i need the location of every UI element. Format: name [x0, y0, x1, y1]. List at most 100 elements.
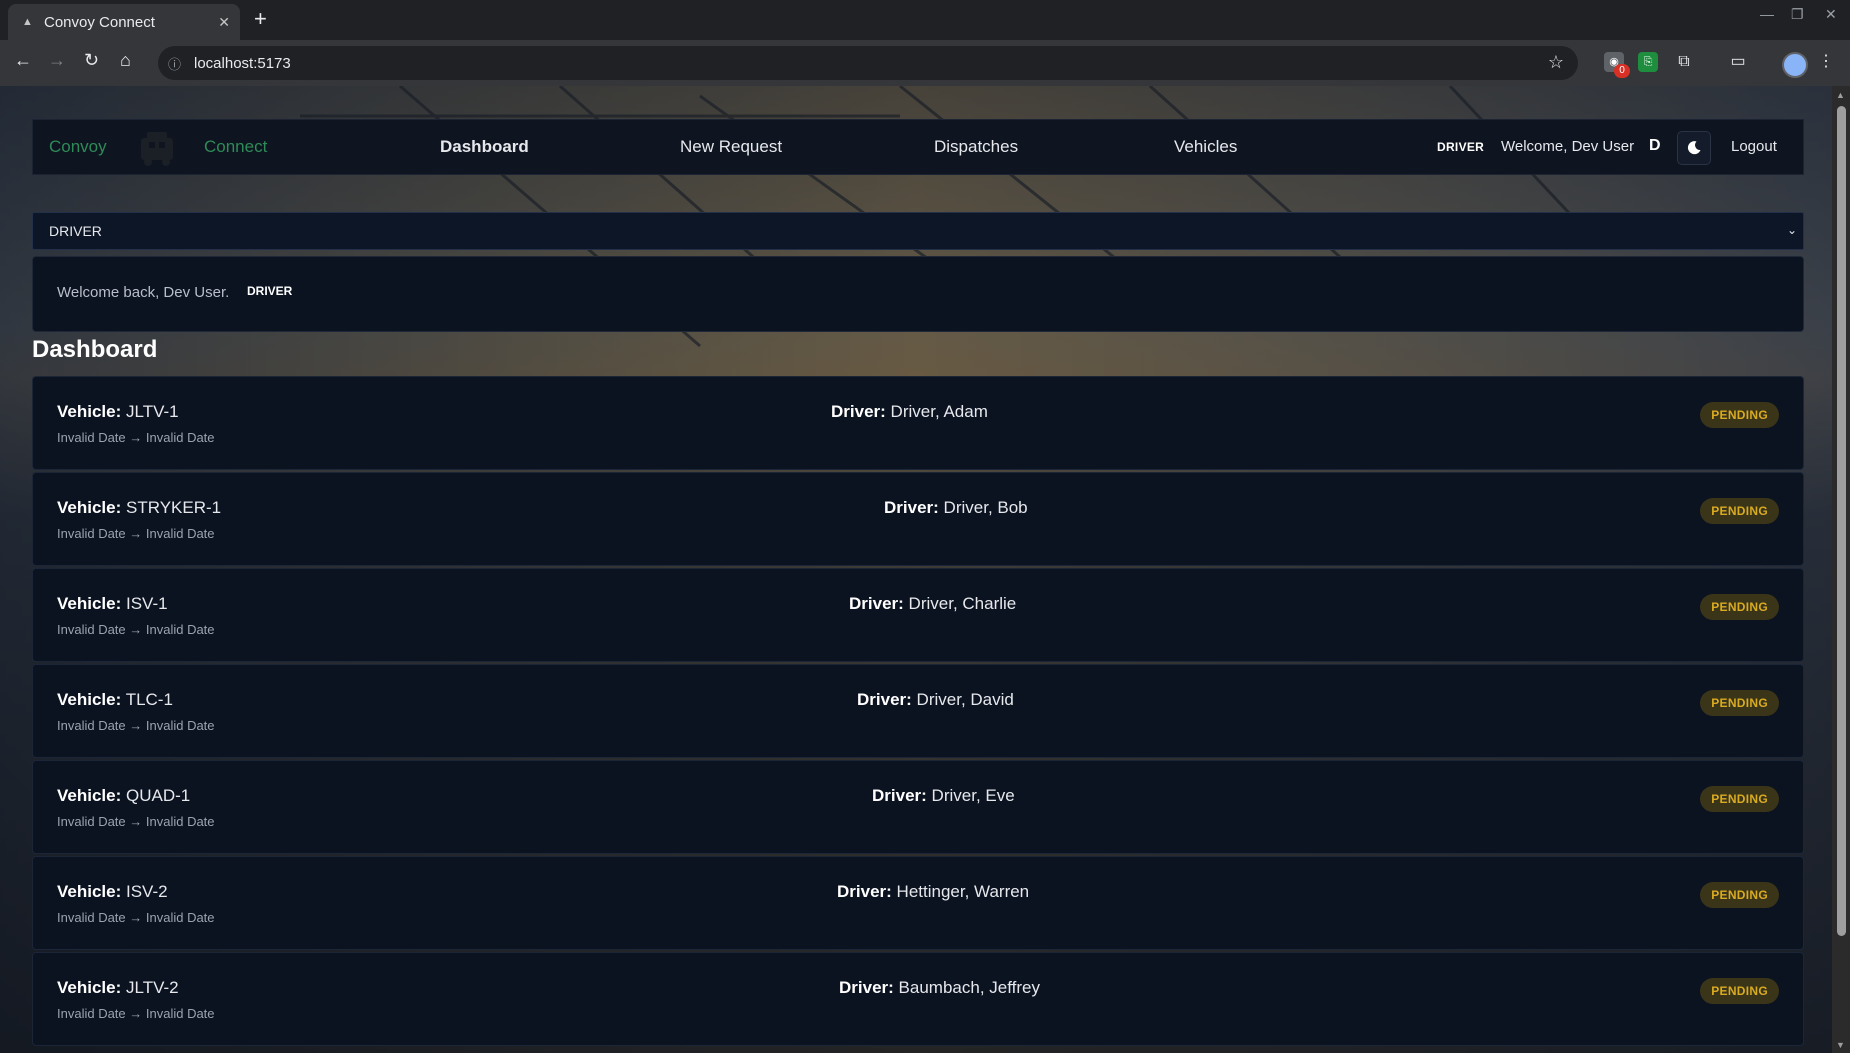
vehicle-field: Vehicle: TLC-1 [57, 690, 173, 710]
date-range: Invalid Date → Invalid Date [57, 718, 215, 733]
minimize-icon[interactable]: — [1760, 6, 1774, 22]
scroll-down-icon[interactable]: ▼ [1836, 1040, 1845, 1050]
date-range: Invalid Date → Invalid Date [57, 430, 215, 445]
driver-label: Driver: [857, 690, 912, 709]
vehicle-value: JLTV-1 [126, 402, 179, 421]
vehicle-field: Vehicle: STRYKER-1 [57, 498, 221, 518]
vehicle-label: Vehicle: [57, 978, 122, 997]
date-range: Invalid Date → Invalid Date [57, 1006, 215, 1021]
vehicle-value: STRYKER-1 [126, 498, 222, 517]
driver-value: Driver, Charlie [908, 594, 1017, 613]
vehicle-value: JLTV-2 [126, 978, 179, 997]
dispatch-list: Vehicle: JLTV-1 Invalid Date → Invalid D… [32, 376, 1804, 1048]
driver-value: Hettinger, Warren [896, 882, 1030, 901]
status-badge: PENDING [1700, 978, 1779, 1004]
nav-new-request[interactable]: New Request [680, 137, 782, 157]
page-viewport: Convoy Connect Dashboard New Request Dis… [0, 86, 1832, 1053]
vehicle-value: ISV-1 [126, 594, 168, 613]
logout-button[interactable]: Logout [1731, 138, 1777, 155]
role-select-value: DRIVER [49, 223, 102, 239]
truck-logo-icon [141, 132, 173, 166]
browser-tab[interactable]: ▲ Convoy Connect ✕ [8, 4, 240, 40]
extensions-puzzle-icon[interactable]: ⧉ [1674, 52, 1694, 72]
app-navbar: Convoy Connect Dashboard New Request Dis… [32, 119, 1804, 175]
driver-value: Driver, Bob [943, 498, 1028, 517]
vehicle-value: QUAD-1 [126, 786, 191, 805]
status-badge: PENDING [1700, 690, 1779, 716]
scrollbar-thumb[interactable] [1837, 106, 1846, 936]
driver-field: Driver: Driver, Adam [831, 402, 988, 422]
nav-dispatches[interactable]: Dispatches [934, 137, 1018, 157]
site-info-icon[interactable]: ⓘ [168, 54, 184, 73]
dispatch-row[interactable]: Vehicle: TLC-1 Invalid Date → Invalid Da… [32, 664, 1804, 758]
status-badge: PENDING [1700, 498, 1779, 524]
brand-convoy[interactable]: Convoy [49, 137, 107, 157]
driver-label: Driver: [872, 786, 927, 805]
window-close-icon[interactable]: ✕ [1825, 6, 1837, 23]
home-icon[interactable]: ⌂ [120, 50, 131, 71]
tab-search-icon[interactable]: ▭ [1728, 52, 1748, 72]
browser-tabstrip: ▲ Convoy Connect ✕ + — ❐ ✕ [0, 0, 1850, 40]
vehicle-label: Vehicle: [57, 882, 122, 901]
menu-kebab-icon[interactable]: ⋮ [1816, 52, 1836, 72]
nav-vehicles[interactable]: Vehicles [1174, 137, 1237, 157]
reload-icon[interactable]: ↻ [84, 50, 99, 71]
dispatch-row[interactable]: Vehicle: ISV-2 Invalid Date → Invalid Da… [32, 856, 1804, 950]
chevron-down-icon: ⌄ [1786, 223, 1797, 237]
welcome-user-text: Welcome, Dev User [1501, 138, 1635, 155]
dispatch-row[interactable]: Vehicle: JLTV-1 Invalid Date → Invalid D… [32, 376, 1804, 470]
vehicle-label: Vehicle: [57, 594, 122, 613]
close-tab-icon[interactable]: ✕ [218, 14, 230, 31]
vehicle-field: Vehicle: ISV-1 [57, 594, 168, 614]
date-range: Invalid Date → Invalid Date [57, 526, 215, 541]
vehicle-field: Vehicle: JLTV-1 [57, 402, 179, 422]
vehicle-label: Vehicle: [57, 498, 122, 517]
driver-field: Driver: Driver, Bob [884, 498, 1028, 518]
dispatch-row[interactable]: Vehicle: QUAD-1 Invalid Date → Invalid D… [32, 760, 1804, 854]
driver-label: Driver: [849, 594, 904, 613]
restore-icon[interactable]: ❐ [1791, 6, 1804, 23]
nav-dashboard[interactable]: Dashboard [440, 137, 529, 157]
browser-toolbar: ← → ↻ ⌂ ⓘ localhost:5173 ☆ ◉ ⎘ ⧉ ▭ ⋮ [0, 40, 1850, 86]
vehicle-label: Vehicle: [57, 402, 122, 421]
driver-label: Driver: [837, 882, 892, 901]
dispatch-row[interactable]: Vehicle: ISV-1 Invalid Date → Invalid Da… [32, 568, 1804, 662]
driver-value: Driver, Eve [931, 786, 1015, 805]
scroll-up-icon[interactable]: ▲ [1836, 90, 1845, 100]
vehicle-field: Vehicle: ISV-2 [57, 882, 168, 902]
date-range: Invalid Date → Invalid Date [57, 622, 215, 637]
moon-icon [1687, 141, 1701, 155]
theme-toggle-button[interactable] [1677, 131, 1711, 165]
status-badge: PENDING [1700, 786, 1779, 812]
new-tab-icon[interactable]: + [254, 6, 267, 32]
driver-field: Driver: Driver, Charlie [849, 594, 1016, 614]
welcome-back-text: Welcome back, Dev User. [57, 284, 230, 301]
forward-icon[interactable]: → [48, 50, 66, 71]
date-range: Invalid Date → Invalid Date [57, 910, 215, 925]
tab-title: Convoy Connect [44, 13, 155, 31]
page-title: Dashboard [32, 336, 158, 363]
profile-avatar[interactable] [1782, 52, 1808, 78]
status-badge: PENDING [1700, 882, 1779, 908]
driver-value: Driver, David [916, 690, 1014, 709]
vehicle-value: ISV-2 [126, 882, 168, 901]
dispatch-row[interactable]: Vehicle: STRYKER-1 Invalid Date → Invali… [32, 472, 1804, 566]
vehicle-label: Vehicle: [57, 786, 122, 805]
status-badge: PENDING [1700, 402, 1779, 428]
driver-field: Driver: Hettinger, Warren [837, 882, 1029, 902]
back-icon[interactable]: ← [14, 50, 32, 71]
role-select[interactable]: DRIVER ⌄ [32, 212, 1804, 250]
date-range: Invalid Date → Invalid Date [57, 814, 215, 829]
brand-connect[interactable]: Connect [204, 137, 267, 157]
extension-green-icon[interactable]: ⎘ [1638, 52, 1658, 72]
user-initial-avatar[interactable]: D [1649, 137, 1661, 155]
dispatch-row[interactable]: Vehicle: JLTV-2 Invalid Date → Invalid D… [32, 952, 1804, 1046]
url-text: localhost:5173 [194, 54, 291, 72]
driver-label: Driver: [831, 402, 886, 421]
user-role-tag: DRIVER [1437, 140, 1485, 154]
address-bar[interactable]: ⓘ localhost:5173 ☆ [158, 46, 1578, 80]
welcome-card: Welcome back, Dev User. DRIVER [32, 256, 1804, 332]
bookmark-star-icon[interactable]: ☆ [1548, 52, 1564, 73]
favicon-icon: ▲ [22, 16, 33, 28]
status-badge: PENDING [1700, 594, 1779, 620]
